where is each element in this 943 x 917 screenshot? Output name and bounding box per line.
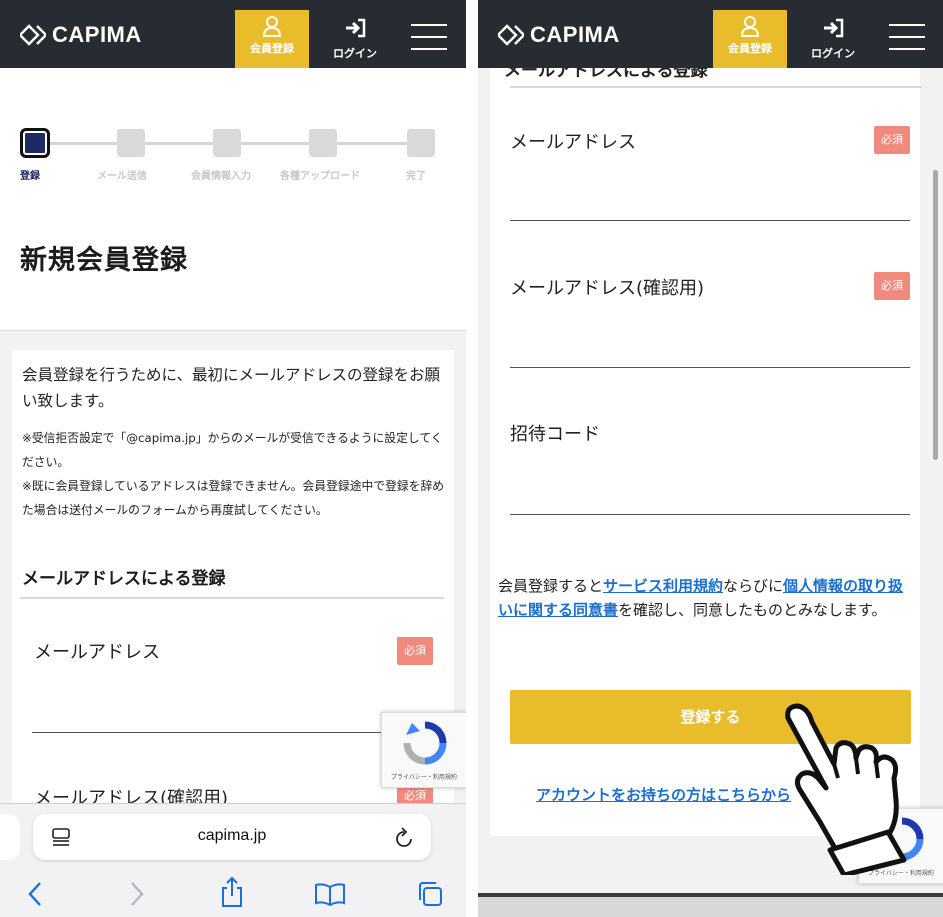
header-login-button[interactable]: ログイン [808,18,858,61]
existing-account-link[interactable]: アカウントをお持ちの方はこちらから [536,784,791,805]
required-badge: 必須 [874,126,910,154]
header-register-button[interactable]: 会員登録 [235,10,309,68]
recaptcha-badge[interactable]: プライバシー・利用規約 [381,712,466,788]
required-badge: 必須 [397,637,433,665]
recaptcha-icon [403,721,447,765]
section-divider [510,86,922,88]
note-existing-address: ※既に会員登録しているアドレスは登録できません。会員登録途中で登録を辞めた場合は… [22,479,445,517]
user-icon [262,16,282,37]
screen-divider [466,0,478,917]
header-register-button[interactable]: 会員登録 [713,10,787,68]
email-confirm-field[interactable] [510,367,910,368]
browser-toolbar: capima.jp [0,803,466,917]
step-label-5: 完了 [406,171,426,182]
reload-icon[interactable] [395,826,415,848]
consent-prefix: 会員登録すると [498,577,604,595]
note-receive-settings: ※受信拒否設定で「@capima.jp」からのメールが受信できるように設定してく… [22,431,443,469]
email-label: メールアドレス [510,132,636,153]
progress-steps: 登録 メール送信 会員情報入力 各種アップロード 完了 [20,127,438,187]
recaptcha-caption: プライバシー・利用規約 [391,774,457,781]
step-label-4: 各種アップロード [280,171,360,182]
step-marker-3 [213,129,241,157]
capima-logo-icon [498,24,524,46]
step-label-1: 登録 [20,171,40,182]
previous-tab-preview[interactable] [0,814,20,860]
section-title: メールアドレスによる登録 [22,569,226,589]
page-title: 新規会員登録 [20,245,188,276]
step-label-3: 会員情報入力 [191,171,251,182]
address-bar[interactable]: capima.jp [33,814,431,860]
terms-link[interactable]: サービス利用規約 [603,577,723,595]
required-badge: 必須 [874,272,910,300]
forward-icon[interactable] [128,880,146,908]
site-logo[interactable]: CAPIMA [20,22,142,48]
consent-suffix: を確認し、同意したものとみなします。 [618,601,887,619]
header-login-label: ログイン [811,47,855,60]
logo-text: CAPIMA [530,22,620,47]
user-icon [740,16,760,37]
step-marker-2 [117,129,145,157]
left-screen: CAPIMA 会員登録 ログイン 登録 メール送信 会員情報入力 各種アップロー… [0,0,466,917]
email-field[interactable] [510,220,910,221]
url-text: capima.jp [197,827,267,844]
bookmarks-icon[interactable] [314,882,346,906]
site-header: CAPIMA 会員登録 ログイン [0,0,466,68]
site-logo[interactable]: CAPIMA [498,22,620,48]
right-screen: CAPIMA 会員登録 ログイン メールアドレスによる登録 メールアドレス 必須 [478,0,943,917]
step-marker-1 [20,128,50,158]
header-register-label: 会員登録 [728,42,772,55]
invite-code-label: 招待コード [510,424,600,445]
invite-code-field[interactable] [510,514,910,515]
hamburger-menu-icon[interactable] [411,24,447,50]
tabs-icon[interactable] [416,880,444,908]
email-label: メールアドレス [34,642,160,663]
login-icon [824,18,844,38]
bottom-bar [478,893,943,917]
capima-logo-icon [20,24,46,46]
header-login-label: ログイン [333,47,377,60]
consent-middle: ならびに [723,577,784,595]
header-login-button[interactable]: ログイン [330,18,380,61]
scrollbar[interactable] [933,170,938,460]
consent-text: 会員登録するとサービス利用規約ならびに個人情報の取り扱いに関する同意書を確認し、… [498,574,918,622]
section-divider [20,597,444,599]
email-confirm-label: メールアドレス(確認用) [510,278,705,299]
step-marker-5 [407,129,435,157]
step-marker-4 [309,129,337,157]
step-label-2: メール送信 [97,171,147,182]
email-field[interactable] [32,732,432,733]
hamburger-menu-icon[interactable] [889,24,925,50]
share-icon[interactable] [220,876,244,908]
login-icon [346,18,366,38]
back-icon[interactable] [26,880,44,908]
pointing-hand-icon [785,703,907,875]
header-register-label: 会員登録 [250,42,294,55]
site-header: CAPIMA 会員登録 ログイン [478,0,943,68]
logo-text: CAPIMA [52,22,142,47]
intro-text: 会員登録を行うために、最初にメールアドレスの登録をお願い致します。 [22,366,441,410]
